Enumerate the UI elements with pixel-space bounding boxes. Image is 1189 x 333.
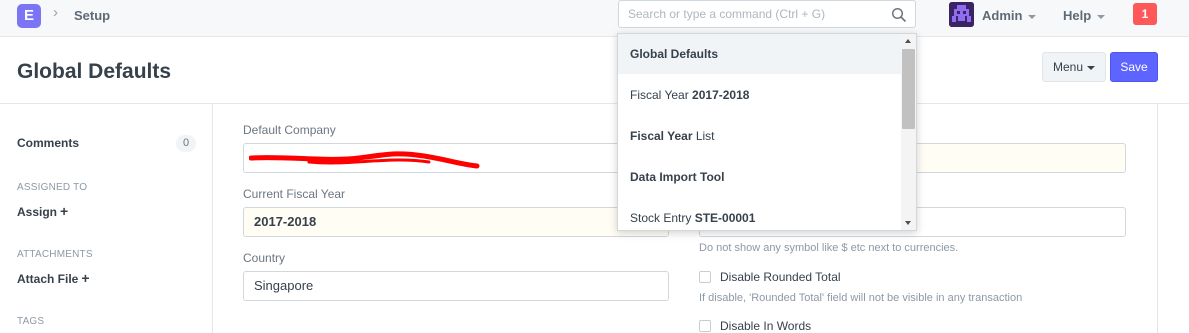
user-menu[interactable]: Admin	[982, 8, 1037, 23]
default-company-label: Default Company	[243, 123, 336, 137]
search-input[interactable]	[619, 1, 897, 27]
sidebar-comments[interactable]: Comments	[17, 136, 79, 150]
help-menu[interactable]: Help	[1063, 8, 1106, 23]
menu-button[interactable]: Menu	[1042, 52, 1106, 82]
result-match: Fiscal Year	[630, 129, 693, 143]
country-field[interactable]: Singapore	[243, 271, 669, 301]
scroll-down-icon[interactable]	[905, 221, 911, 225]
comments-count-badge: 0	[176, 135, 196, 152]
dropdown-scrollbar[interactable]	[901, 34, 916, 230]
disable-rounded-total-checkbox[interactable]	[699, 270, 711, 283]
avatar-icon	[949, 2, 974, 27]
save-button[interactable]: Save	[1110, 52, 1158, 82]
divider	[212, 104, 213, 333]
caret-down-icon	[1097, 14, 1106, 19]
breadcrumb-setup[interactable]: Setup	[74, 8, 110, 23]
result-match: Global Defaults	[630, 47, 719, 61]
result-match: STE-00001	[694, 211, 756, 225]
divider	[0, 103, 1189, 104]
page-title: Global Defaults	[17, 60, 172, 83]
assign-label: Assign	[17, 205, 58, 219]
search-results-dropdown: Global Defaults Fiscal Year 2017-2018 Fi…	[617, 33, 917, 231]
notification-badge[interactable]: 1	[1133, 3, 1157, 25]
result-match: 2017-2018	[692, 88, 750, 102]
result-prefix: Fiscal Year	[630, 88, 693, 102]
divider	[1157, 104, 1158, 333]
disable-rounded-total-help: If disable, 'Rounded Total' field will n…	[699, 292, 1023, 304]
search-box	[618, 0, 916, 28]
app-logo[interactable]: E	[17, 4, 41, 28]
search-result-item[interactable]: Global Defaults	[618, 34, 901, 74]
assign-link[interactable]: Assign +	[17, 203, 68, 219]
result-match: Data Import Tool	[630, 170, 725, 184]
disable-in-words-row[interactable]: Disable In Words	[699, 319, 811, 333]
scrollbar-thumb[interactable]	[902, 49, 915, 129]
disable-in-words-checkbox[interactable]	[699, 319, 711, 332]
help-label: Help	[1063, 8, 1092, 23]
attach-label: Attach File	[17, 272, 79, 286]
chevron-right-icon: ›	[53, 4, 58, 21]
scroll-up-icon[interactable]	[905, 39, 911, 43]
disable-rounded-total-label: Disable Rounded Total	[720, 270, 841, 284]
current-fiscal-year-field[interactable]: 2017-2018	[243, 207, 669, 237]
attach-file-link[interactable]: Attach File +	[17, 270, 90, 286]
user-label: Admin	[982, 8, 1023, 23]
result-prefix: Stock Entry	[630, 211, 695, 225]
plus-icon: +	[81, 270, 90, 286]
caret-down-icon	[1028, 14, 1037, 19]
default-company-field[interactable]	[243, 143, 669, 173]
caret-down-icon	[1087, 65, 1096, 70]
disable-rounded-total-row[interactable]: Disable Rounded Total	[699, 270, 841, 284]
search-result-item[interactable]: Stock Entry STE-00001	[618, 198, 901, 230]
plus-icon: +	[60, 203, 69, 219]
attachments-heading: ATTACHMENTS	[17, 249, 93, 260]
disable-in-words-label: Disable In Words	[720, 319, 812, 333]
search-result-item[interactable]: Fiscal Year List	[618, 116, 901, 156]
search-icon[interactable]	[891, 7, 907, 23]
currency-symbol-help: Do not show any symbol like $ etc next t…	[699, 242, 959, 254]
country-label: Country	[243, 251, 286, 265]
search-result-item[interactable]: Data Import Tool	[618, 157, 901, 197]
redaction-scribble	[249, 151, 480, 169]
current-fiscal-year-label: Current Fiscal Year	[243, 187, 346, 201]
search-result-item[interactable]: Fiscal Year 2017-2018	[618, 75, 901, 115]
assigned-to-heading: ASSIGNED TO	[17, 182, 88, 193]
avatar[interactable]	[949, 2, 974, 27]
tags-heading: TAGS	[17, 316, 45, 327]
menu-label: Menu	[1052, 60, 1084, 74]
navbar: E › Setup Admin Help 1	[0, 0, 1189, 37]
result-suffix: List	[692, 129, 715, 143]
